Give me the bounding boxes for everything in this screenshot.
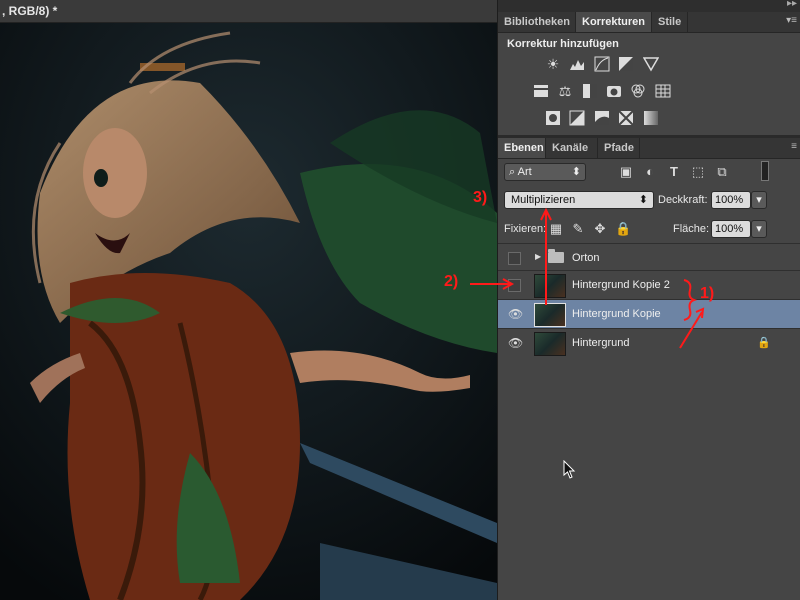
layer-name: Hintergrund Kopie — [572, 308, 661, 320]
filter-type-icon[interactable]: T — [667, 165, 681, 179]
layers-panel-tabs: Ebenen Kanäle Pfade ≡ — [498, 138, 800, 159]
fill-input[interactable]: 100% — [711, 220, 751, 238]
color-lookup-icon[interactable] — [655, 83, 671, 99]
layer-thumbnail — [534, 274, 566, 298]
curves-icon[interactable] — [594, 56, 610, 72]
opacity-label: Deckkraft: — [658, 194, 708, 206]
levels-icon[interactable] — [569, 56, 585, 72]
right-panel-dock: ▸▸ Bibliotheken Korrekturen Stile ▾≡ Kor… — [497, 0, 800, 600]
top-panel-tabs: Bibliotheken Korrekturen Stile ▾≡ — [498, 12, 800, 33]
chevron-updown-icon: ⬍ — [638, 194, 648, 206]
eye-icon[interactable]: 👁 — [508, 307, 523, 321]
filter-adjustment-icon[interactable]: ◐ — [643, 165, 657, 179]
folder-icon — [548, 249, 564, 263]
lock-paint-icon[interactable]: ✎ — [571, 222, 585, 236]
layer-row-hintergrund-kopie-2[interactable]: Hintergrund Kopie 2 — [498, 270, 800, 299]
layer-thumbnail — [534, 332, 566, 356]
search-icon: ⌕ — [509, 166, 516, 178]
layer-row-orton[interactable]: ▶ Orton — [498, 243, 800, 272]
korrekturen-title: Korrektur hinzufügen — [507, 38, 619, 50]
filter-toggle[interactable] — [761, 161, 769, 181]
canvas-image[interactable] — [0, 23, 497, 600]
panel-dock-header: ▸▸ — [498, 0, 800, 12]
opacity-value: 100% — [715, 194, 744, 206]
color-balance-icon[interactable]: ⚖ — [557, 83, 573, 99]
layer-row-hintergrund[interactable]: 👁 Hintergrund 🔒 — [498, 328, 800, 357]
chevron-updown-icon: ⬍ — [571, 166, 581, 178]
filter-shape-icon[interactable]: ⬚ — [691, 165, 705, 179]
tab-korrekturen[interactable]: Korrekturen — [576, 12, 652, 32]
lock-icon: 🔒 — [757, 337, 771, 349]
layers-panel-menu-icon[interactable]: ≡ — [791, 141, 797, 152]
photo-filter-icon[interactable] — [606, 83, 622, 99]
tab-kanaele[interactable]: Kanäle — [546, 138, 598, 158]
tab-stile[interactable]: Stile — [652, 12, 688, 32]
brightness-contrast-icon[interactable]: ☀ — [545, 56, 561, 72]
annotation-label: 2) — [444, 273, 459, 290]
lock-position-icon[interactable]: ✥ — [593, 222, 607, 236]
blend-mode-value: Multiplizieren — [511, 194, 576, 206]
layer-thumbnail — [534, 303, 566, 327]
fill-value: 100% — [715, 223, 744, 235]
panel-menu-icon[interactable]: ▾≡ — [786, 15, 797, 26]
visibility-toggle[interactable] — [508, 279, 521, 292]
filter-pixel-icon[interactable]: ▣ — [619, 165, 633, 179]
gradient-map-icon[interactable] — [643, 110, 659, 126]
layer-row-hintergrund-kopie[interactable]: 👁 Hintergrund Kopie — [498, 299, 800, 328]
invert-icon[interactable] — [545, 110, 561, 126]
document-tab[interactable]: , RGB/8) * — [0, 0, 497, 23]
document-tab-title: , RGB/8) * — [2, 4, 58, 18]
lock-all-icon[interactable]: 🔒 — [615, 222, 631, 236]
layer-filter-value: Art — [517, 166, 532, 178]
tab-bibliotheken[interactable]: Bibliotheken — [498, 12, 576, 32]
layer-name: Hintergrund Kopie 2 — [572, 279, 670, 291]
layer-filter-select[interactable]: ⌕ Art ⬍ — [504, 163, 586, 181]
annotation-label: 1) — [700, 285, 715, 302]
collapse-panels-icon[interactable]: ▸▸ — [787, 0, 797, 9]
layer-name: Orton — [572, 252, 600, 264]
mouse-cursor-icon — [563, 460, 576, 479]
selective-color-icon[interactable] — [618, 110, 634, 126]
eye-icon[interactable]: 👁 — [508, 336, 523, 350]
visibility-toggle[interactable] — [508, 252, 521, 265]
lock-label: Fixieren: — [504, 223, 547, 235]
annotation-label: 3) — [473, 189, 488, 206]
posterize-icon[interactable] — [569, 110, 585, 126]
filter-smartobject-icon[interactable]: ⧉ — [715, 165, 729, 179]
layer-name: Hintergrund — [572, 337, 630, 349]
black-white-icon[interactable] — [582, 83, 598, 99]
threshold-icon[interactable] — [594, 110, 610, 126]
fill-label: Fläche: — [673, 223, 710, 235]
exposure-icon[interactable] — [618, 56, 634, 72]
tab-pfade[interactable]: Pfade — [598, 138, 640, 158]
fill-dropdown-button[interactable]: ▾ — [751, 220, 767, 238]
expand-triangle-icon[interactable]: ▶ — [535, 252, 541, 261]
opacity-dropdown-button[interactable]: ▾ — [751, 191, 767, 209]
vibrance-icon[interactable] — [643, 56, 659, 72]
opacity-input[interactable]: 100% — [711, 191, 751, 209]
tab-ebenen[interactable]: Ebenen — [498, 138, 546, 158]
blend-mode-select[interactable]: Multiplizieren ⬍ — [504, 191, 654, 209]
lock-transparent-icon[interactable]: ▦ — [549, 222, 563, 236]
document-window: , RGB/8) * — [0, 0, 497, 600]
channel-mixer-icon[interactable] — [630, 83, 646, 99]
hue-saturation-icon[interactable] — [533, 83, 549, 99]
